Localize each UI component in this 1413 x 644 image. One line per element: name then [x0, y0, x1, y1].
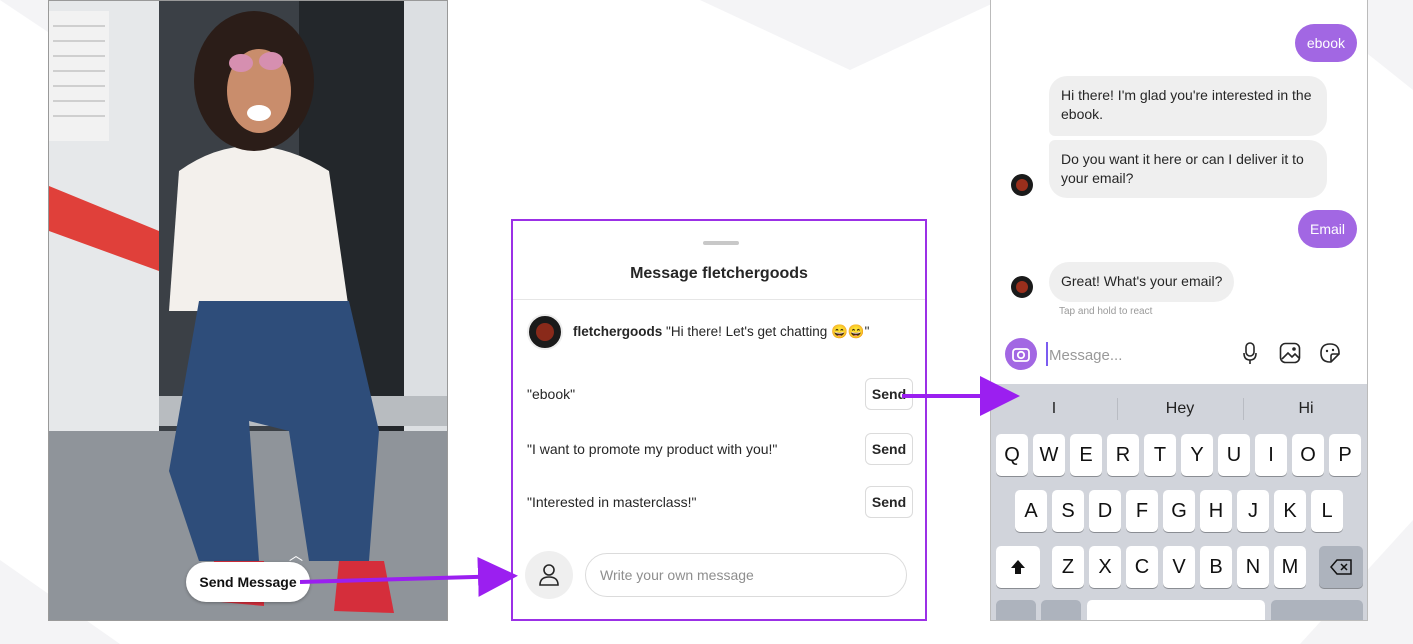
photo-illustration	[49, 1, 447, 620]
quick-reply-row: "I want to promote my product with you!"…	[527, 432, 913, 466]
numbers-key[interactable]	[996, 600, 1036, 620]
gallery-icon[interactable]	[1277, 340, 1303, 366]
quick-reply-row: "Interested in masterclass!" Send	[527, 485, 913, 519]
send-button[interactable]: Send	[865, 486, 913, 518]
key[interactable]: I	[1255, 434, 1287, 476]
sticker-icon[interactable]	[1317, 340, 1343, 366]
key[interactable]: M	[1274, 546, 1306, 588]
key[interactable]: V	[1163, 546, 1195, 588]
space-key[interactable]	[1087, 600, 1265, 620]
key[interactable]: Q	[996, 434, 1028, 476]
key[interactable]: Y	[1181, 434, 1213, 476]
key[interactable]: O	[1292, 434, 1324, 476]
shift-icon	[1011, 560, 1025, 574]
chat-screen: ebook Hi there! I'm glad you're interest…	[990, 0, 1368, 621]
return-key[interactable]	[1271, 600, 1363, 620]
key[interactable]: S	[1052, 490, 1084, 532]
username: fletchergoods	[573, 324, 663, 339]
prediction-item[interactable]: Hi	[1243, 384, 1367, 434]
sender-avatar	[1011, 174, 1033, 196]
key[interactable]: F	[1126, 490, 1158, 532]
emoji-key[interactable]	[1041, 600, 1081, 620]
backspace-key[interactable]	[1319, 546, 1363, 588]
quick-reply-text: "ebook"	[527, 386, 576, 402]
divider	[513, 299, 925, 300]
key[interactable]: R	[1107, 434, 1139, 476]
keyboard: I Hey Hi Q W E R T Y U I O P A S D F G H…	[991, 384, 1367, 620]
react-hint: Tap and hold to react	[1059, 306, 1153, 317]
key[interactable]: A	[1015, 490, 1047, 532]
key[interactable]: E	[1070, 434, 1102, 476]
sent-message-bubble: ebook	[1294, 24, 1357, 62]
prediction-item[interactable]: Hey	[1117, 384, 1243, 434]
key[interactable]: L	[1311, 490, 1343, 532]
key[interactable]: G	[1163, 490, 1195, 532]
quick-reply-row: "ebook" Send	[527, 377, 913, 411]
received-message-bubble: Great! What's your email?	[1049, 262, 1235, 302]
sheet-title: Message fletchergoods	[630, 265, 808, 282]
message-sheet: Message fletchergoods fletchergoods "Hi …	[511, 219, 927, 621]
microphone-icon[interactable]	[1237, 340, 1263, 366]
key[interactable]: H	[1200, 490, 1232, 532]
key[interactable]: P	[1329, 434, 1361, 476]
key[interactable]: C	[1126, 546, 1158, 588]
received-message-bubble: Do you want it here or can I deliver it …	[1049, 140, 1327, 198]
send-button[interactable]: Send	[865, 433, 913, 465]
story-photo: ︿	[48, 0, 448, 621]
send-message-button[interactable]: Send Message	[186, 562, 310, 602]
key[interactable]: N	[1237, 546, 1269, 588]
message-input[interactable]	[1047, 340, 1221, 370]
backspace-icon	[1330, 559, 1352, 575]
greeting-message: fletchergoods "Hi there! Let's get chatt…	[573, 324, 869, 340]
quick-reply-text: "Interested in masterclass!"	[527, 494, 697, 510]
key[interactable]: T	[1144, 434, 1176, 476]
sent-message-bubble: Email	[1297, 210, 1357, 248]
key[interactable]: Z	[1052, 546, 1084, 588]
key[interactable]: X	[1089, 546, 1121, 588]
key[interactable]: W	[1033, 434, 1065, 476]
key[interactable]: J	[1237, 490, 1269, 532]
key[interactable]: B	[1200, 546, 1232, 588]
quick-reply-text: "I want to promote my product with you!"	[527, 441, 778, 457]
prediction-item[interactable]: I	[991, 384, 1117, 434]
person-icon[interactable]	[525, 551, 573, 599]
sender-avatar	[1011, 276, 1033, 298]
greeting-text: "Hi there! Let's get chatting 😄😄"	[666, 324, 870, 339]
shift-key[interactable]	[996, 546, 1040, 588]
key[interactable]: U	[1218, 434, 1250, 476]
key[interactable]: D	[1089, 490, 1121, 532]
sheet-drag-handle[interactable]	[703, 241, 739, 245]
send-button[interactable]: Send	[865, 378, 913, 410]
profile-avatar	[527, 314, 563, 350]
key[interactable]: K	[1274, 490, 1306, 532]
own-message-input[interactable]	[585, 553, 907, 597]
received-message-bubble: Hi there! I'm glad you're interested in …	[1049, 76, 1327, 136]
camera-icon[interactable]	[1005, 338, 1037, 370]
